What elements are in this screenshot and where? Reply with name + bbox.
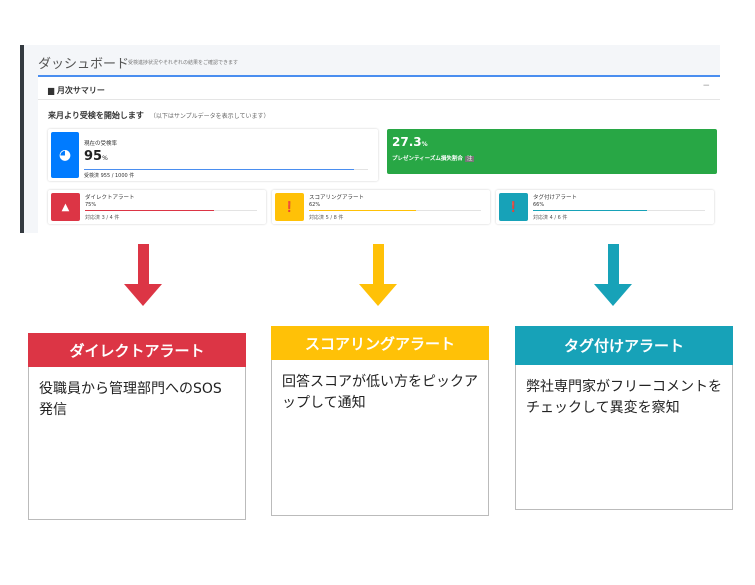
panel-body: 弊社専門家がフリーコメントをチェックして異変を察知 (515, 365, 733, 510)
warning-icon: ▲ (51, 193, 80, 221)
alert-label: ダイレクトアラート (85, 195, 135, 201)
pie-chart-icon: ◕ (51, 132, 79, 178)
alert-box[interactable]: ❗ スコアリングアラート 62% 対応済 5 / 8 件 (272, 190, 490, 224)
rate-box: ◕ 現在の受検率 95% 受検済 955 / 1000 件 (48, 129, 378, 181)
alert-progress (533, 210, 705, 211)
panel-title: ダイレクトアラート (28, 333, 246, 367)
alert-percent: 75% (85, 202, 97, 208)
rate-value: 95% (84, 149, 108, 164)
panel-title: スコアリングアラート (271, 326, 489, 360)
alert-progress (309, 210, 481, 211)
alert-detail: 対応済 5 / 8 件 (309, 215, 344, 221)
alert-detail: 対応済 3 / 4 件 (85, 215, 120, 221)
dashboard-screenshot: ダッシュボード 受検進捗状況やそれぞれの結果をご確認できます ▆ 月次サマリー … (20, 45, 720, 233)
page-title: ダッシュボード (38, 57, 130, 72)
alert-label: タグ付けアラート (533, 195, 578, 201)
alert-label: スコアリングアラート (309, 195, 365, 201)
note-badge[interactable]: 注 (464, 156, 475, 162)
calendar-icon: ▆ (48, 86, 57, 95)
panel-title: タグ付けアラート (515, 326, 733, 365)
rate-progress (84, 169, 368, 170)
alert-progress (85, 210, 257, 211)
divider (38, 99, 720, 100)
page-subtitle: 受検進捗状況やそれぞれの結果をご確認できます (128, 60, 239, 66)
arrow-down-icon (594, 284, 632, 306)
arrow-down-icon (124, 284, 162, 306)
presenteeism-box: 27.3% プレゼンティーズム損失割合 注 (387, 129, 717, 174)
rate-label: 現在の受検率 (84, 141, 118, 147)
arrow-down-icon (359, 284, 397, 306)
presenteeism-label: プレゼンティーズム損失割合 注 (392, 156, 475, 162)
arrow-shaft (373, 244, 384, 284)
exclamation-icon: ❗ (275, 193, 304, 221)
arrow-shaft (138, 244, 149, 284)
collapse-button[interactable]: − (702, 81, 710, 91)
monthly-summary-card: ▆ 月次サマリー − 来月より受検を開始します （以下はサンプルデータを表示してい… (38, 75, 720, 233)
panel-body: 回答スコアが低い方をピックアップして通知 (271, 360, 489, 516)
rate-detail: 受検済 955 / 1000 件 (84, 173, 135, 179)
arrow-shaft (608, 244, 619, 284)
alert-box[interactable]: ❗ タグ付けアラート 66% 対応済 4 / 6 件 (496, 190, 714, 224)
lead-text: 来月より受検を開始します （以下はサンプルデータを表示しています） (48, 111, 270, 120)
alert-box[interactable]: ▲ ダイレクトアラート 75% 対応済 3 / 4 件 (48, 190, 266, 224)
alert-description-panel: タグ付けアラート 弊社専門家がフリーコメントをチェックして異変を察知 (515, 326, 733, 510)
presenteeism-value: 27.3% (392, 135, 428, 149)
alert-description-panel: ダイレクトアラート 役職員から管理部門へのSOS発信 (28, 333, 246, 520)
alert-description-panel: スコアリングアラート 回答スコアが低い方をピックアップして通知 (271, 326, 489, 516)
alert-percent: 66% (533, 202, 545, 208)
exclamation-icon: ❗ (499, 193, 528, 221)
card-title: ▆ 月次サマリー (48, 86, 105, 95)
alert-percent: 62% (309, 202, 321, 208)
panel-body: 役職員から管理部門へのSOS発信 (28, 367, 246, 520)
alert-detail: 対応済 4 / 6 件 (533, 215, 568, 221)
